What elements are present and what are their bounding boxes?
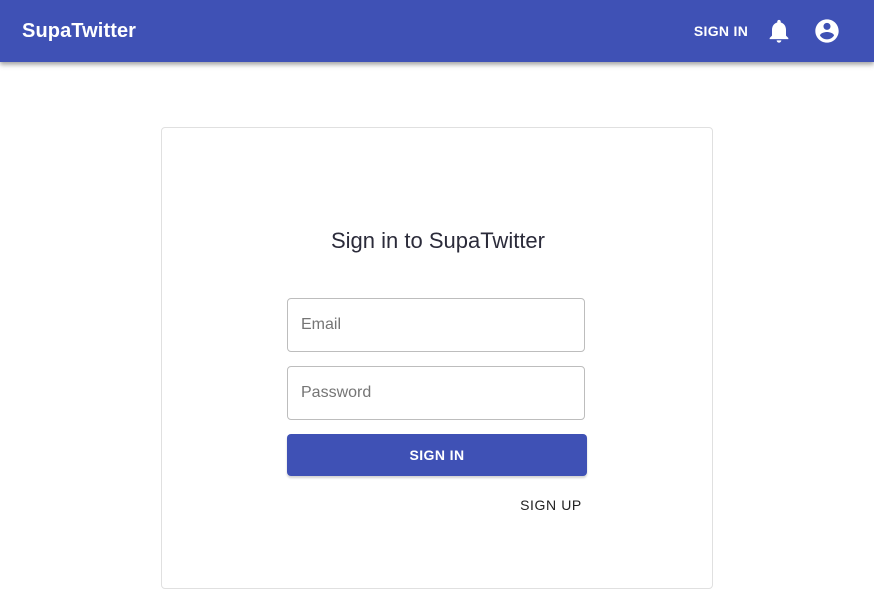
- signin-submit-button[interactable]: SIGN IN: [287, 434, 587, 476]
- email-input[interactable]: [288, 299, 584, 351]
- bell-icon: [769, 19, 789, 43]
- app-brand[interactable]: SupaTwitter: [22, 19, 136, 43]
- account-button[interactable]: [813, 17, 841, 45]
- signin-card: Sign in to SupaTwitter SIGN IN SIGN UP: [161, 127, 713, 589]
- password-input[interactable]: [288, 367, 584, 419]
- password-field[interactable]: [287, 366, 585, 420]
- account-circle-icon: [815, 19, 839, 43]
- email-field[interactable]: [287, 298, 585, 352]
- notifications-button[interactable]: [765, 17, 793, 45]
- signup-link[interactable]: SIGN UP: [514, 493, 588, 517]
- app-bar: SupaTwitter SIGN IN: [0, 0, 874, 62]
- nav-signin-button[interactable]: SIGN IN: [688, 19, 754, 43]
- signin-title: Sign in to SupaTwitter: [330, 228, 545, 253]
